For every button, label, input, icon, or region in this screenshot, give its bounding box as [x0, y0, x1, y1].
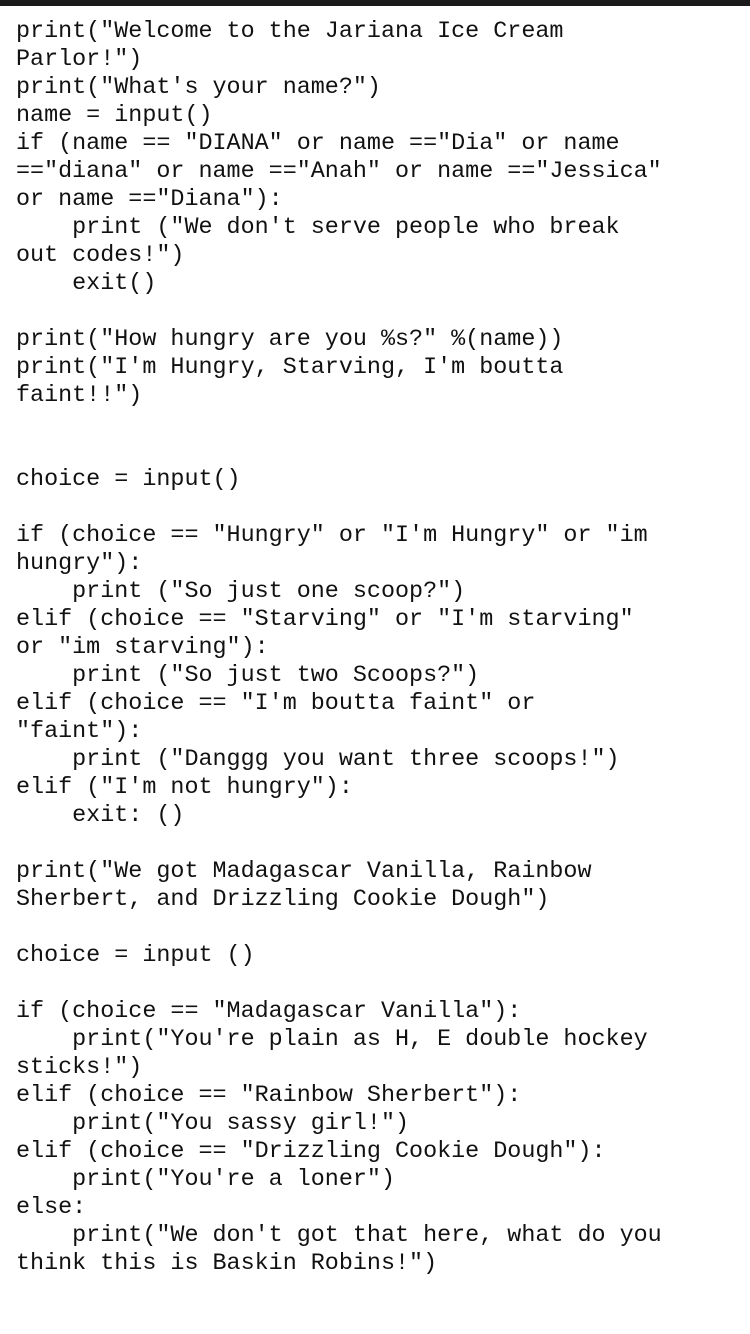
code-line: Sherbert, and Drizzling Cookie Dough") — [16, 887, 550, 913]
code-line: print("You're a loner") — [16, 1167, 395, 1193]
code-line: hungry"): — [16, 551, 143, 577]
code-line: elif (choice == "Starving" or "I'm starv… — [16, 607, 634, 633]
code-line: think this is Baskin Robins!") — [16, 1251, 438, 1277]
code-line: elif (choice == "Rainbow Sherbert"): — [16, 1083, 522, 1109]
code-line: print ("So just two Scoops?") — [16, 663, 480, 689]
code-line: elif ("I'm not hungry"): — [16, 775, 353, 801]
code-line: or name =="Diana"): — [16, 187, 283, 213]
code-line: exit() — [16, 271, 157, 297]
code-line: print("What's your name?") — [16, 75, 381, 101]
code-line: print("You're plain as H, E double hocke… — [16, 1027, 648, 1053]
code-line: out codes!") — [16, 243, 185, 269]
code-line: choice = input() — [16, 467, 241, 493]
code-line: print("We got Madagascar Vanilla, Rainbo… — [16, 859, 592, 885]
code-line: print("I'm Hungry, Starving, I'm boutta — [16, 355, 564, 381]
code-line: elif (choice == "Drizzling Cookie Dough"… — [16, 1139, 606, 1165]
code-line: print ("We don't serve people who break — [16, 215, 620, 241]
code-text-view: print("Welcome to the Jariana Ice Cream P… — [16, 18, 742, 1278]
code-line: print("We don't got that here, what do y… — [16, 1223, 662, 1249]
code-line: exit: () — [16, 803, 185, 829]
code-line: elif (choice == "I'm boutta faint" or — [16, 691, 536, 717]
code-line: name = input() — [16, 103, 213, 129]
code-line: or "im starving"): — [16, 635, 269, 661]
code-line: print("How hungry are you %s?" %(name)) — [16, 327, 564, 353]
code-line: print("You sassy girl!") — [16, 1111, 410, 1137]
top-edge-bar — [0, 0, 750, 6]
code-line: if (choice == "Hungry" or "I'm Hungry" o… — [16, 523, 648, 549]
code-line: Parlor!") — [16, 47, 143, 73]
code-line: print ("Danggg you want three scoops!") — [16, 747, 620, 773]
code-line: sticks!") — [16, 1055, 143, 1081]
code-line: if (choice == "Madagascar Vanilla"): — [16, 999, 522, 1025]
code-line: =="diana" or name =="Anah" or name =="Je… — [16, 159, 662, 185]
code-line: print("Welcome to the Jariana Ice Cream — [16, 19, 564, 45]
code-line: print ("So just one scoop?") — [16, 579, 466, 605]
code-line: choice = input () — [16, 943, 255, 969]
code-line: faint!!") — [16, 383, 143, 409]
code-line: else: — [16, 1195, 87, 1221]
code-line: "faint"): — [16, 719, 143, 745]
code-line: if (name == "DIANA" or name =="Dia" or n… — [16, 131, 620, 157]
